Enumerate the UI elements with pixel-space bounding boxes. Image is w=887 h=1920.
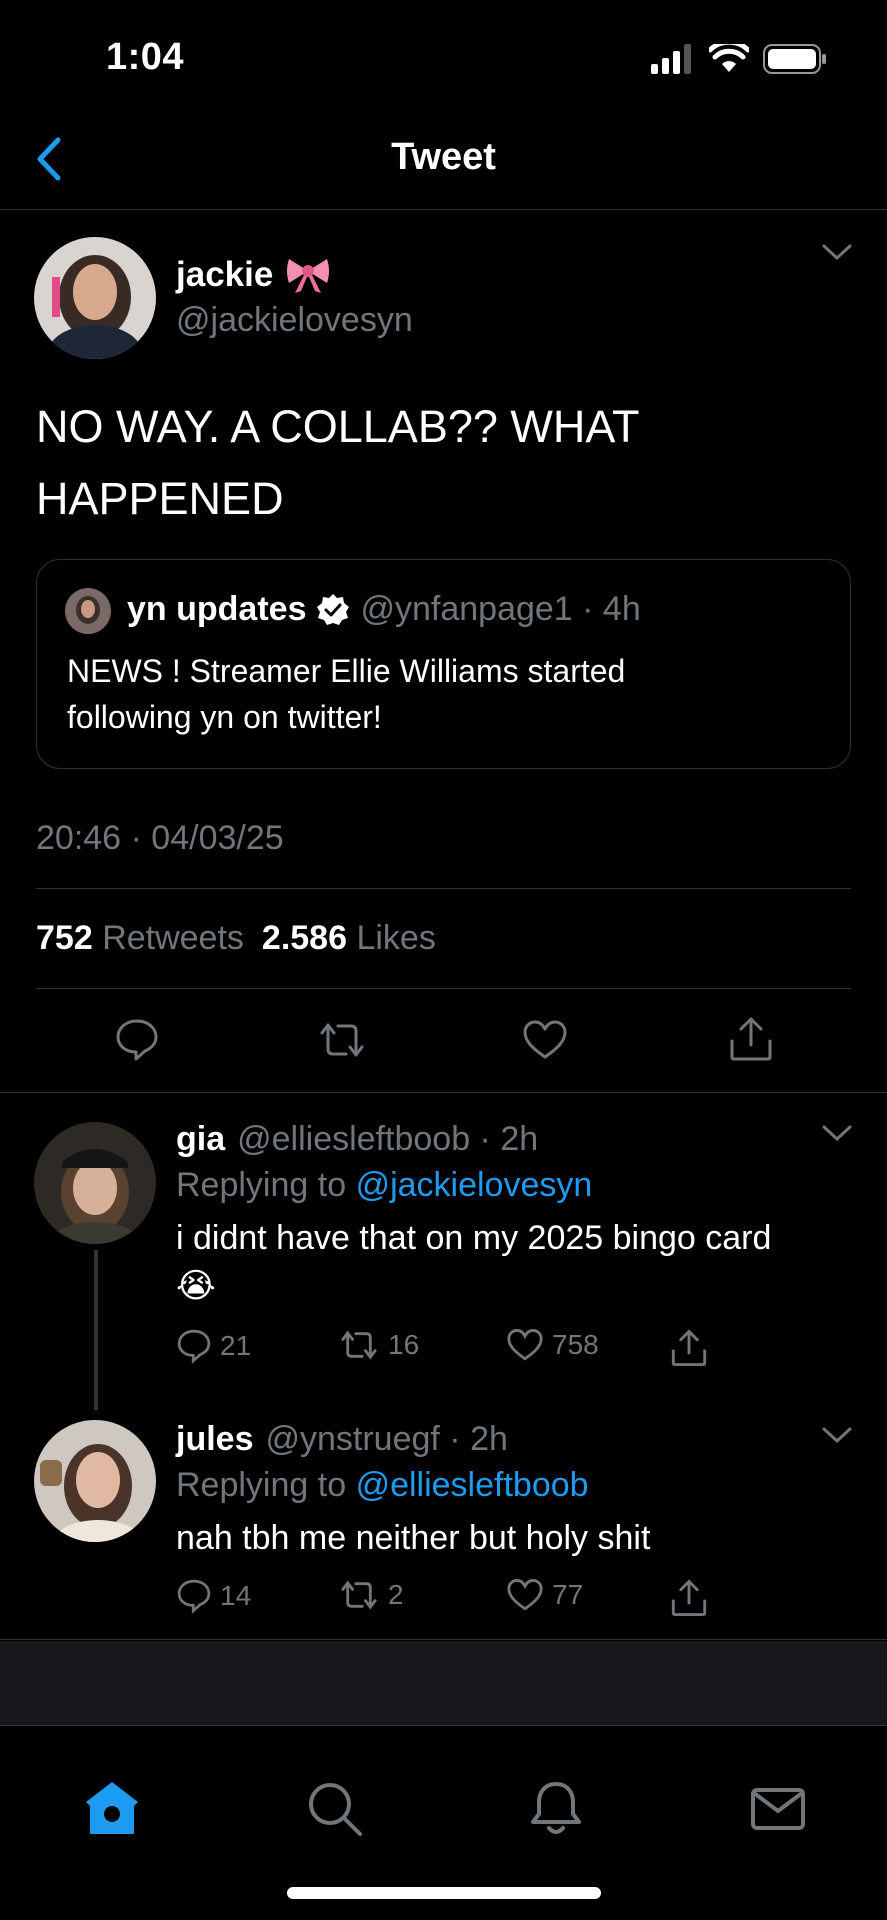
- avatar[interactable]: [34, 237, 156, 359]
- tweet-text: NO WAY. A COLLAB?? WHAT HAPPENED: [36, 391, 836, 535]
- retweets-label: Retweets: [102, 919, 244, 957]
- likes-count: 2.586: [261, 919, 348, 957]
- retweet-icon[interactable]: [316, 1019, 368, 1061]
- share-icon: [671, 1329, 707, 1366]
- divider: [36, 888, 851, 889]
- mention-link[interactable]: @jackielovesyn: [356, 1166, 593, 1204]
- signal-icon: [651, 44, 691, 74]
- like-count: 77: [552, 1579, 584, 1610]
- reply-handle-time: @elliesleftboob · 2h: [237, 1120, 539, 1158]
- replying-to: Replying to @elliesleftboob: [176, 1466, 589, 1505]
- chevron-down-icon[interactable]: [820, 1122, 854, 1144]
- retweet-count: 16: [388, 1329, 420, 1360]
- chevron-down-icon[interactable]: [820, 241, 854, 263]
- reply-text-line: i didnt have that on my 2025 bingo card: [176, 1219, 772, 1257]
- retweets-count: 752: [36, 919, 93, 957]
- status-time: 1:04: [106, 36, 185, 78]
- reply-icon: [177, 1329, 211, 1364]
- retweet-action[interactable]: 2: [338, 1578, 404, 1612]
- share-action[interactable]: [670, 1328, 708, 1368]
- chevron-down-icon[interactable]: [820, 1424, 854, 1446]
- like-heart-icon: [507, 1329, 543, 1361]
- like-action[interactable]: 758: [506, 1328, 599, 1362]
- replying-to: Replying to @jackielovesyn: [176, 1166, 592, 1205]
- quoted-header: yn updates @ynfanpage1 · 4h: [127, 590, 641, 629]
- status-bar: 1:04: [0, 0, 887, 110]
- replying-to-prefix: Replying to: [176, 1466, 347, 1504]
- like-heart-icon: [507, 1579, 543, 1611]
- reply-action[interactable]: 21: [176, 1328, 251, 1364]
- page-title: Tweet: [391, 136, 496, 178]
- tweet-stats: 752 Retweets 2.586 Likes: [36, 919, 440, 958]
- nav-bar: Tweet: [0, 110, 887, 210]
- reply-tweet[interactable]: jules @ynstruegf · 2h Replying to @ellie…: [0, 1394, 887, 1640]
- reply-header: gia @elliesleftboob · 2h: [176, 1120, 538, 1159]
- retweet-action[interactable]: 16: [338, 1328, 419, 1362]
- author-name: jackie: [176, 255, 331, 295]
- verified-badge-icon: [317, 593, 350, 625]
- reply-icon[interactable]: [114, 1017, 160, 1063]
- reply-actions: 14 2 77: [176, 1578, 736, 1622]
- retweet-icon: [341, 1580, 377, 1610]
- messages-icon[interactable]: [748, 1778, 808, 1838]
- main-tweet: jackie @jackielovesyn NO WAY. A COLLAB??…: [0, 211, 887, 1093]
- reply-composer-area: [0, 1641, 887, 1725]
- wifi-icon: [709, 44, 749, 72]
- reply-handle-time: @ynstruegf · 2h: [265, 1420, 508, 1458]
- reply-icon: [177, 1579, 211, 1614]
- quoted-text-line: following yn on twitter!: [67, 699, 382, 735]
- reply-tweet[interactable]: gia @elliesleftboob · 2h Replying to @ja…: [0, 1094, 887, 1394]
- mention-link[interactable]: @elliesleftboob: [356, 1466, 589, 1504]
- reply-text: i didnt have that on my 2025 bingo card …: [176, 1214, 856, 1310]
- like-count: 758: [552, 1329, 599, 1360]
- quoted-tweet[interactable]: yn updates @ynfanpage1 · 4h NEWS ! Strea…: [36, 559, 851, 769]
- share-action[interactable]: [670, 1578, 708, 1618]
- notifications-icon[interactable]: [526, 1778, 586, 1838]
- like-heart-icon[interactable]: [522, 1019, 568, 1061]
- likes-stat[interactable]: 2.586 Likes: [262, 919, 440, 958]
- search-icon[interactable]: [304, 1778, 364, 1838]
- likes-label: Likes: [356, 919, 436, 957]
- reply-action[interactable]: 14: [176, 1578, 251, 1614]
- divider: [36, 988, 851, 989]
- tweet-text-line: HAPPENED: [36, 473, 284, 524]
- retweet-icon: [341, 1330, 377, 1360]
- like-action[interactable]: 77: [506, 1578, 583, 1612]
- quoted-text-line: NEWS ! Streamer Ellie Williams started: [67, 653, 626, 689]
- retweet-stat[interactable]: 752 Retweets: [36, 919, 248, 958]
- battery-icon: [763, 44, 826, 74]
- ribbon-emoji-icon: [287, 259, 330, 293]
- tweet-timestamp: 20:46 · 04/03/25: [36, 819, 284, 857]
- author-handle: @jackielovesyn: [176, 301, 413, 339]
- quoted-handle-time: @ynfanpage1 · 4h: [360, 590, 641, 628]
- tweet-actions: [0, 1011, 887, 1071]
- reply-author-name: gia: [176, 1120, 226, 1158]
- home-indicator[interactable]: [287, 1887, 601, 1899]
- home-icon[interactable]: [82, 1778, 142, 1838]
- quoted-name: yn updates: [127, 590, 307, 628]
- reply-actions: 21 16 758: [176, 1328, 736, 1372]
- status-icons: [651, 44, 827, 74]
- reply-text-line: 😭: [176, 1267, 216, 1305]
- retweet-count: 2: [388, 1579, 404, 1610]
- reply-header: jules @ynstruegf · 2h: [176, 1420, 508, 1459]
- author-name-text: jackie: [176, 255, 274, 294]
- avatar[interactable]: [34, 1420, 156, 1542]
- reply-count: 21: [220, 1330, 252, 1361]
- reply-count: 14: [220, 1580, 252, 1611]
- reply-text-line: nah tbh me neither but holy shit: [176, 1519, 651, 1557]
- reply-text: nah tbh me neither but holy shit: [176, 1514, 856, 1562]
- tweet-text-line: NO WAY. A COLLAB?? WHAT: [36, 401, 640, 452]
- share-icon[interactable]: [728, 1015, 774, 1063]
- quoted-avatar: [65, 588, 111, 634]
- quoted-text: NEWS ! Streamer Ellie Williams started f…: [67, 648, 827, 740]
- avatar[interactable]: [34, 1122, 156, 1244]
- share-icon: [671, 1579, 707, 1616]
- reply-author-name: jules: [176, 1420, 254, 1458]
- replying-to-prefix: Replying to: [176, 1166, 347, 1204]
